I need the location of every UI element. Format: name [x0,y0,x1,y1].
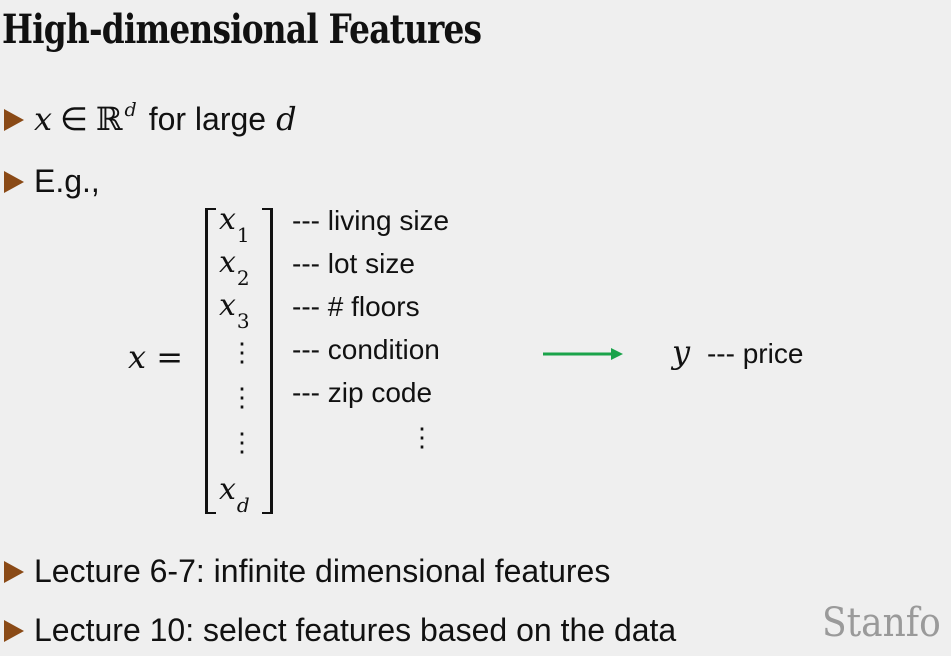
feature-label: --- condition [292,334,440,365]
vdots-icon: ⋮ [409,423,435,453]
vdots-icon: ⋮ [229,428,255,458]
dimension-superscript: d [124,99,137,121]
feature-label: --- # floors [292,291,420,322]
bullet-dimension: x ∈ ℝ d for large d [4,99,297,138]
feature-label: --- zip code [292,377,433,408]
vdots-icon: ⋮ [229,338,255,368]
vector-entry: x3 [219,288,250,333]
bullet-text: Lecture 6-7: infinite dimensional featur… [34,553,611,589]
mapping-arrow-icon [543,348,623,360]
vector-entry: x1 [219,202,250,247]
right-bracket [262,208,273,514]
target-label: --- price [706,338,804,369]
target-variable: y --- price [672,333,803,371]
vector-lhs: x = [128,338,184,376]
feature-label: --- living size [292,205,450,236]
vector-entry: xd [219,472,250,517]
vector-entry: x2 [219,245,250,290]
math-y: y [672,333,691,371]
bullet-text: E.g., [34,163,100,199]
bullet-arrow-icon [4,109,24,131]
bullet-text: for large [148,101,267,137]
bullet-lecture-10: Lecture 10: select features based on the… [4,612,676,649]
bullet-text: Lecture 10: select features based on the… [34,612,677,648]
feature-label: --- lot size [292,248,415,279]
element-of-symbol: ∈ [60,101,88,137]
slide-title: High-dimensional Features [2,6,482,53]
stanford-watermark: Stanfo [822,600,941,646]
bullet-arrow-icon [4,171,24,193]
bullet-arrow-icon [4,620,24,642]
bullet-example: E.g., [4,163,100,200]
math-x: x [34,100,53,138]
left-bracket [205,208,216,514]
vdots-icon: ⋮ [229,383,255,413]
bullet-lecture-6-7: Lecture 6-7: infinite dimensional featur… [4,553,610,590]
bullet-arrow-icon [4,561,24,583]
real-numbers-symbol: ℝ [95,100,123,138]
math-d: d [276,100,297,138]
